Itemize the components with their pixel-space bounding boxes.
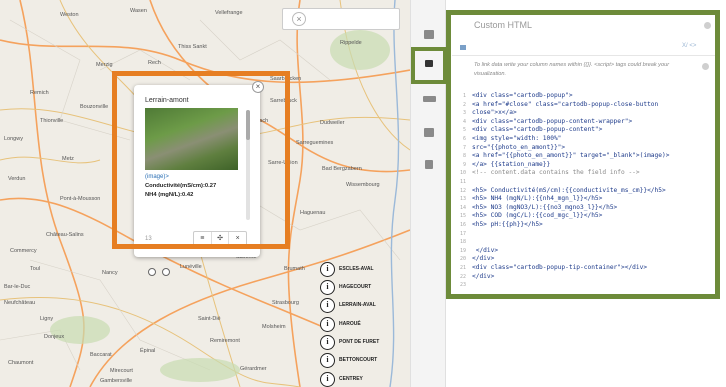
town-label: Chaumont bbox=[8, 360, 34, 366]
town-label: Saint-Dié bbox=[198, 316, 221, 322]
highlight-box-green-panel bbox=[446, 10, 720, 299]
info-icon: i bbox=[320, 371, 335, 387]
town-label: Nancy bbox=[102, 270, 118, 276]
info-icon: i bbox=[320, 297, 335, 313]
town-label: Vellefrange bbox=[215, 10, 243, 16]
town-label: Sarreguemines bbox=[296, 140, 334, 146]
town-label: Weston bbox=[60, 12, 79, 18]
info-icon: i bbox=[320, 316, 335, 332]
town-label: Thionville bbox=[40, 118, 64, 124]
town-label: Bad Bergzabern bbox=[322, 166, 362, 172]
location-label: PONT DE FURET bbox=[339, 339, 380, 345]
town-label: Rech bbox=[148, 60, 161, 66]
location-label: LERRAIN-AVAL bbox=[339, 302, 376, 308]
location-label: ESCLES-AVAL bbox=[339, 266, 374, 272]
town-label: Remich bbox=[30, 90, 49, 96]
filters-icon[interactable] bbox=[420, 158, 438, 172]
town-label: Bouzonville bbox=[80, 104, 109, 110]
location-item[interactable]: i BETTONCOURT bbox=[320, 350, 377, 370]
map-marker[interactable] bbox=[148, 268, 156, 276]
info-icon: i bbox=[320, 334, 335, 350]
layers-icon[interactable] bbox=[420, 126, 438, 140]
legend-icon[interactable] bbox=[420, 94, 438, 108]
location-item[interactable]: i PONT DE FURET bbox=[320, 332, 379, 352]
town-label: Merzig bbox=[96, 62, 113, 68]
search-clear-icon[interactable]: × bbox=[292, 12, 306, 26]
location-label: CENTREY bbox=[339, 376, 363, 382]
location-item[interactable]: i HAROUÉ bbox=[320, 314, 361, 334]
town-label: Lunéville bbox=[180, 264, 202, 270]
town-label: Donjeux bbox=[44, 334, 65, 340]
town-label: Toul bbox=[30, 266, 41, 272]
town-label: Baccarat bbox=[90, 352, 112, 358]
town-label: Dudweiler bbox=[320, 120, 345, 126]
town-label: Molsheim bbox=[262, 324, 286, 330]
info-icon: i bbox=[320, 352, 335, 368]
town-label: Mirecourt bbox=[110, 368, 133, 374]
highlight-box-green-tool bbox=[411, 47, 447, 84]
town-label: Bar-le-Duc bbox=[4, 284, 31, 290]
town-label: Strasbourg bbox=[272, 300, 299, 306]
town-label: Pont-à-Mousson bbox=[60, 196, 101, 202]
wizard-icon[interactable] bbox=[420, 28, 438, 42]
town-label: Ligny bbox=[40, 316, 54, 322]
town-label: Rippelde bbox=[340, 40, 362, 46]
location-item[interactable]: i LERRAIN-AVAL bbox=[320, 295, 376, 315]
map-marker[interactable] bbox=[162, 268, 170, 276]
town-label: Gérardmer bbox=[240, 366, 267, 372]
town-label: Neufchâteau bbox=[4, 300, 36, 306]
map-canvas[interactable]: Weston Wasen Vellefrange Rippelde Thiss … bbox=[0, 0, 410, 387]
town-label: Gambersville bbox=[100, 378, 133, 384]
town-label: Remiremont bbox=[210, 338, 240, 344]
info-icon: i bbox=[320, 261, 335, 277]
town-label: Épinal bbox=[140, 348, 156, 354]
location-label: BETTONCOURT bbox=[339, 357, 378, 363]
town-label: Metz bbox=[62, 156, 74, 162]
town-label: Thiss Sankt bbox=[178, 44, 207, 50]
town-label: Verdun bbox=[8, 176, 26, 182]
info-icon: i bbox=[320, 279, 335, 295]
location-label: HAGECOURT bbox=[339, 284, 372, 290]
location-label: HAROUÉ bbox=[339, 321, 361, 327]
town-label: Brumath bbox=[284, 266, 305, 272]
town-label: Haguenau bbox=[300, 210, 326, 216]
town-label: Commercy bbox=[10, 248, 37, 254]
location-legend: i ESCLES-AVAL i HAGECOURT i LERRAIN-AVAL iH… bbox=[320, 259, 400, 387]
town-label: Wissembourg bbox=[346, 182, 380, 188]
town-label: Wasen bbox=[130, 8, 147, 14]
location-item[interactable]: i CENTREY bbox=[320, 369, 363, 387]
town-label: Château-Salins bbox=[46, 232, 84, 238]
location-item[interactable]: i ESCLES-AVAL bbox=[320, 259, 374, 279]
highlight-box-orange bbox=[112, 71, 290, 249]
town-label: Longwy bbox=[4, 136, 23, 142]
location-item[interactable]: i HAGECOURT bbox=[320, 277, 371, 297]
